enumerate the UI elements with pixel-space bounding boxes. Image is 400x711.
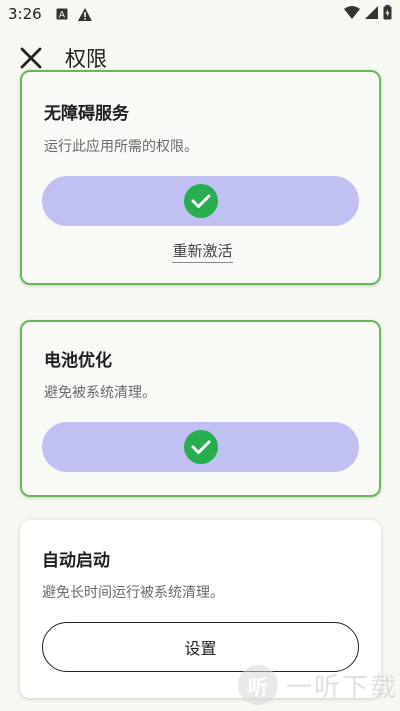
granted-status-pill[interactable] xyxy=(42,422,359,472)
permission-card-accessibility: 无障碍服务 运行此应用所需的权限。 重新激活 xyxy=(20,70,381,285)
card-description: 避免被系统清理。 xyxy=(44,385,156,401)
page-title: 权限 xyxy=(65,47,107,71)
granted-status-pill[interactable] xyxy=(42,176,359,226)
permission-card-battery: 电池优化 避免被系统清理。 xyxy=(20,320,381,497)
status-time: 3:26 xyxy=(8,5,42,23)
notification-a-icon: A xyxy=(56,8,68,20)
reactivate-link[interactable]: 重新激活 xyxy=(22,240,383,263)
watermark-logo: 听 xyxy=(237,665,278,705)
card-title: 自动启动 xyxy=(42,551,110,571)
card-description: 运行此应用所需的权限。 xyxy=(44,139,198,155)
wifi-icon xyxy=(344,5,360,23)
watermark-text: 一听下载 xyxy=(285,672,398,703)
card-description: 避免长时间运行被系统清理。 xyxy=(42,585,224,601)
close-icon xyxy=(20,47,42,69)
battery-icon xyxy=(383,4,392,24)
screen: 3:26 A 权限 无障碍服务 运行此应用所需的权限。 重新激活 电池优化 避免… xyxy=(0,0,400,711)
card-title: 无障碍服务 xyxy=(44,104,129,124)
card-title: 电池优化 xyxy=(44,351,112,371)
svg-text:A: A xyxy=(59,11,66,21)
check-icon xyxy=(183,184,218,218)
reactivate-link-label: 重新激活 xyxy=(172,242,233,263)
status-bar: 3:26 A xyxy=(0,0,400,28)
cellular-signal-icon xyxy=(365,5,378,23)
check-icon xyxy=(183,430,218,464)
warning-icon xyxy=(77,7,92,21)
watermark: 听 一听下载 xyxy=(237,665,398,705)
